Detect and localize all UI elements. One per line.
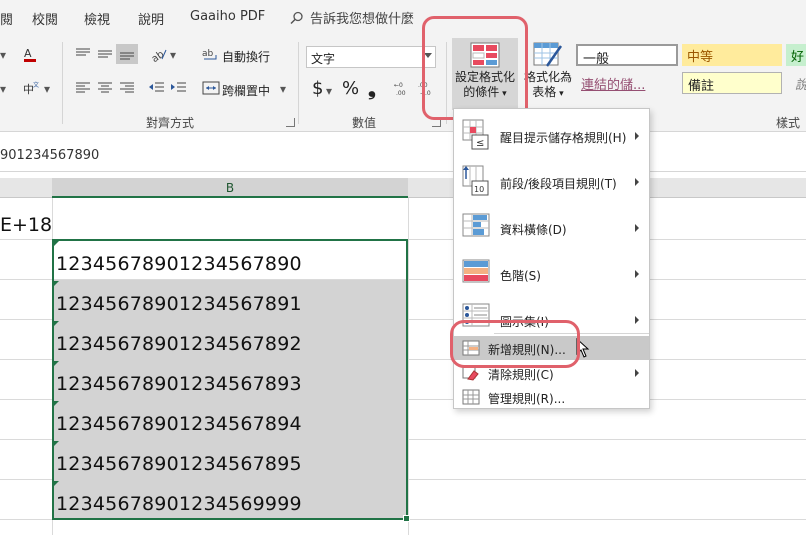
increase-indent-icon[interactable] — [170, 80, 188, 96]
format-as-table-button[interactable]: 格式化為 表格 ▾ — [522, 38, 574, 110]
lightbulb-search-icon — [290, 11, 303, 24]
highlight-new-rule — [450, 320, 580, 368]
menu-item-color-scales[interactable]: 色階(S) — [454, 251, 649, 295]
chevron-right-icon — [635, 178, 639, 186]
cell-style-normal[interactable]: 一般 — [576, 44, 678, 67]
phonetic-guide-icon[interactable]: 中 文 — [22, 80, 40, 96]
svg-text:.00: .00 — [396, 90, 406, 96]
merge-center-icon[interactable] — [202, 80, 220, 96]
color-scales-icon — [462, 259, 490, 283]
format-as-table-label-2: 表格 — [532, 85, 557, 99]
cell-a-scientific[interactable]: E+18 — [0, 214, 52, 236]
merge-center-dropdown[interactable]: ▾ — [280, 82, 286, 96]
align-left-icon[interactable] — [74, 80, 92, 96]
group-label-styles: 樣式 — [776, 116, 801, 130]
cell-style-good[interactable]: 好 — [786, 44, 806, 66]
dropdown-partial[interactable]: ▾ — [0, 82, 6, 96]
orientation-dropdown[interactable]: ▾ — [170, 48, 176, 62]
highlight-conditional-formatting — [422, 16, 528, 120]
ribbon: ▾ ▾ A 中 文 ▾ ab ▾ ab 自動換行 跨欄置中 ▾ 對齊方式 文字 … — [0, 36, 806, 132]
menu-tab-view[interactable]: 檢視 — [84, 9, 110, 28]
format-as-table-label-1: 格式化為 — [523, 70, 572, 84]
merge-center-button[interactable]: 跨欄置中 — [222, 82, 270, 99]
menu-item-highlight-cells-rules[interactable]: ≤ 醒目提示儲存格規則(H) — [454, 113, 649, 157]
column-header-b[interactable]: B — [52, 178, 408, 198]
menu-item-label: 管理規則(R)... — [488, 392, 566, 406]
decrease-indent-icon[interactable] — [148, 80, 166, 96]
highlight-cells-icon: ≤ — [462, 119, 489, 150]
menu-tab-review[interactable]: 校閱 — [32, 9, 58, 28]
cell-style-explanatory[interactable]: 說 — [790, 72, 806, 94]
percent-button[interactable]: % — [342, 78, 359, 99]
cell-style-neutral[interactable]: 中等 — [682, 44, 782, 66]
currency-dropdown[interactable]: ▾ — [326, 84, 332, 98]
chevron-right-icon — [635, 270, 639, 278]
formula-bar[interactable]: 901234567890 — [0, 140, 806, 172]
font-color-icon[interactable]: A — [22, 46, 40, 62]
chevron-right-icon — [635, 369, 639, 377]
menu-item-label: 色階(S) — [500, 269, 541, 283]
group-label-number: 數值 — [352, 116, 377, 130]
align-top-icon[interactable] — [74, 46, 92, 62]
wrap-text-button[interactable]: 自動換行 — [222, 48, 270, 65]
separator — [62, 42, 63, 124]
column-header-a[interactable] — [0, 178, 52, 198]
top-bottom-icon: 10 — [462, 165, 489, 196]
orientation-icon[interactable]: ab — [150, 46, 168, 62]
tell-me-text: 告訴我您想做什麼 — [310, 12, 415, 27]
comma-style-button[interactable]: ❟ — [368, 76, 376, 100]
chevron-right-icon — [635, 316, 639, 324]
separator — [298, 42, 299, 124]
align-middle-icon[interactable] — [96, 46, 114, 62]
wrap-text-icon[interactable]: ab — [202, 46, 220, 62]
align-bottom-icon[interactable] — [118, 46, 136, 62]
number-format-value: 文字 — [311, 52, 336, 66]
group-label-alignment: 對齊方式 — [146, 116, 195, 130]
svg-text:A: A — [24, 47, 32, 60]
number-format-combo[interactable]: 文字 — [306, 46, 436, 68]
align-right-icon[interactable] — [118, 80, 136, 96]
menu-item-label: 醒目提示儲存格規則(H) — [500, 131, 627, 145]
svg-text:ab: ab — [202, 49, 214, 59]
svg-text:≤: ≤ — [476, 138, 484, 149]
currency-button[interactable]: $ — [312, 78, 323, 99]
manage-rules-icon — [462, 389, 480, 405]
menu-item-top-bottom-rules[interactable]: 10 前段/後段項目規則(T) — [454, 159, 649, 203]
increase-decimal-icon[interactable]: ←0 .00 — [394, 80, 412, 96]
align-center-icon[interactable] — [96, 80, 114, 96]
menu-bar: 閱 校閱 檢視 說明 Gaaiho PDF 告訴我您想做什麼 — [0, 0, 806, 36]
menu-item-label: 清除規則(C) — [488, 368, 554, 382]
menu-tab-help[interactable]: 說明 — [138, 9, 164, 28]
format-as-table-icon — [533, 42, 563, 67]
font-size-dropdown-partial[interactable]: ▾ — [0, 48, 6, 62]
svg-text:10: 10 — [474, 185, 484, 194]
fill-handle[interactable] — [403, 515, 410, 522]
cell-style-note[interactable]: 備註 — [682, 72, 782, 94]
formula-bar-value: 901234567890 — [0, 148, 100, 163]
alignment-dialog-launcher[interactable] — [286, 118, 295, 127]
data-bars-icon — [462, 213, 490, 237]
menu-item-data-bars[interactable]: 資料橫條(D) — [454, 205, 649, 249]
tell-me-search[interactable]: 告訴我您想做什麼 — [290, 8, 414, 27]
svg-text:文: 文 — [33, 81, 39, 89]
cell-style-hyperlink[interactable]: 連結的儲... — [576, 72, 678, 94]
gridline — [408, 198, 409, 535]
chevron-right-icon — [635, 132, 639, 140]
menu-tab-partial[interactable]: 閱 — [0, 9, 13, 28]
worksheet-grid[interactable]: B E+18 1234567890123456789​0 12345678901… — [0, 178, 806, 535]
chevron-right-icon — [635, 224, 639, 232]
menu-item-label: 資料橫條(D) — [500, 223, 567, 237]
phonetic-dropdown[interactable]: ▾ — [44, 82, 50, 96]
menu-item-manage-rules[interactable]: 管理規則(R)... — [454, 385, 649, 409]
selection-border — [52, 239, 408, 520]
menu-item-label: 前段/後段項目規則(T) — [500, 177, 617, 191]
svg-text:←0: ←0 — [394, 82, 403, 89]
menu-tab-gaaiho-pdf[interactable]: Gaaiho PDF — [190, 9, 265, 24]
